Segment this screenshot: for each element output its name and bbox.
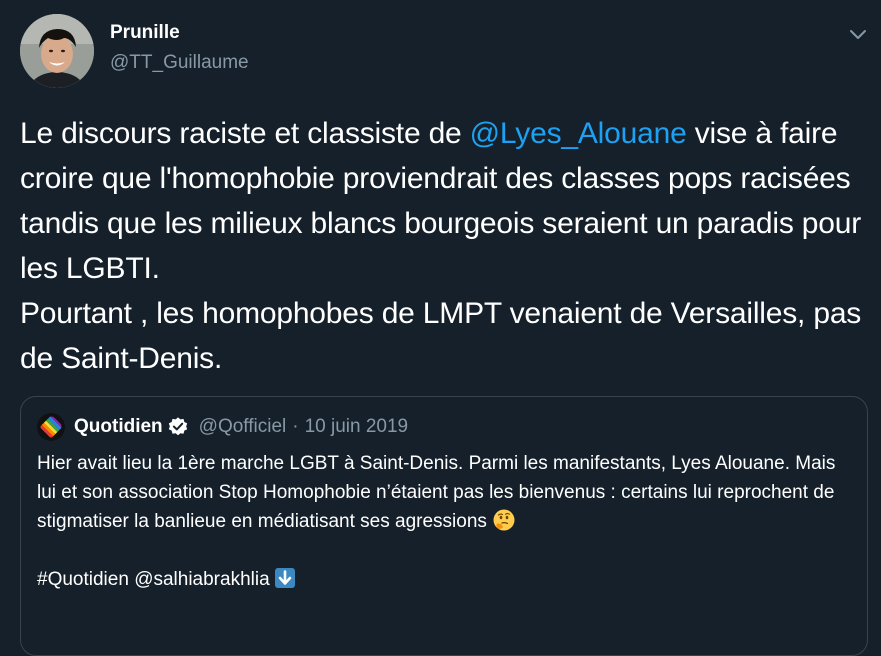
quoted-date[interactable]: 10 juin 2019 — [305, 416, 409, 438]
tweet-paragraph-2: Pourtant , les homophobes de LMPT venaie… — [20, 297, 862, 375]
quoted-text-paragraph: Hier avait lieu la 1ère marche LGBT à Sa… — [37, 449, 857, 536]
quoted-tags-line: #Quotidien @salhiabrakhlia — [37, 565, 857, 594]
avatar-photo-icon — [20, 14, 94, 88]
quoted-tweet-card[interactable]: Quotidien @Qofficiel · 10 juin 2019 Hier… — [20, 396, 868, 656]
tweet-menu-button[interactable] — [846, 22, 870, 46]
user-avatar[interactable] — [20, 14, 94, 88]
tweet: Prunille @TT_Guillaume Le discours racis… — [0, 0, 881, 656]
mention-link[interactable]: @Lyes_Alouane — [470, 117, 687, 150]
quoted-avatar[interactable] — [37, 413, 65, 441]
down-arrow-emoji-icon — [274, 567, 296, 589]
tweet-paragraph-1: Le discours raciste et classiste de @Lye… — [20, 111, 870, 291]
thinking-face-emoji-icon — [492, 508, 516, 532]
tweet-text-part: Le discours raciste et classiste de — [20, 117, 470, 150]
chevron-down-icon — [850, 30, 866, 39]
quotidien-logo-icon — [37, 413, 65, 441]
quoted-display-name[interactable]: Quotidien — [74, 416, 163, 438]
quoted-tweet-header: Quotidien @Qofficiel · 10 juin 2019 — [37, 411, 408, 443]
verified-badge-icon — [167, 416, 189, 438]
header-separator: · — [292, 416, 299, 437]
quoted-handle[interactable]: @Qofficiel — [199, 416, 287, 438]
quoted-mention-link[interactable]: @salhiabrakhlia — [134, 569, 269, 590]
author-handle[interactable]: @TT_Guillaume — [110, 52, 249, 74]
author-display-name[interactable]: Prunille — [110, 22, 180, 44]
tweet-body: Le discours raciste et classiste de @Lye… — [20, 111, 870, 381]
hashtag-link[interactable]: #Quotidien — [37, 569, 129, 590]
quoted-tweet-body: Hier avait lieu la 1ère marche LGBT à Sa… — [37, 449, 857, 594]
quoted-text: Hier avait lieu la 1ère marche LGBT à Sa… — [37, 453, 836, 532]
